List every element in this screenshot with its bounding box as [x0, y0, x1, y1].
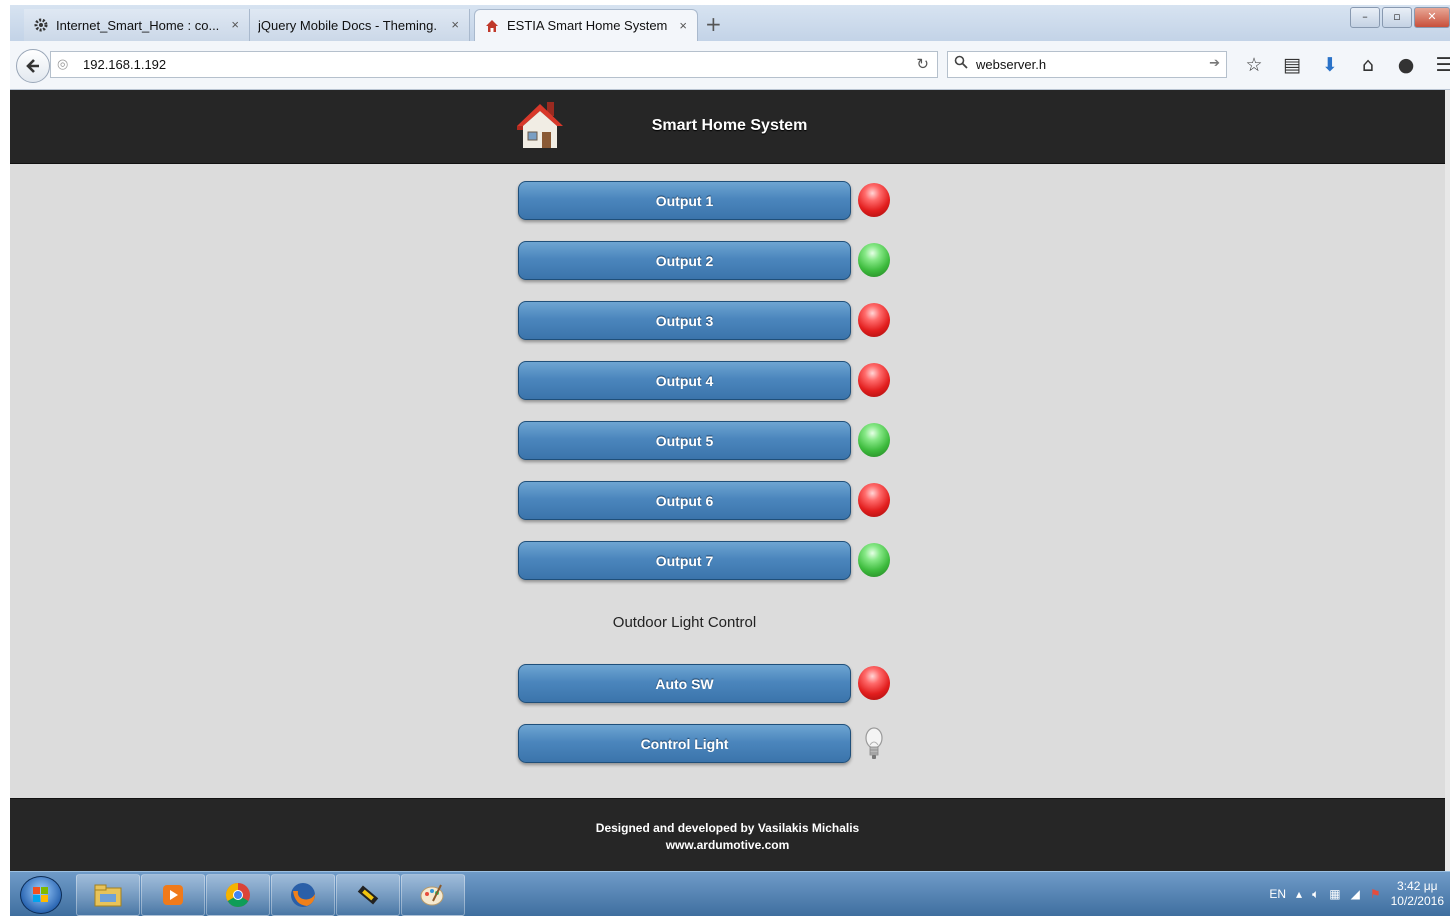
tab-close-icon[interactable]: × — [231, 17, 239, 32]
tab-jquery-mobile-docs[interactable]: jQuery Mobile Docs - Theming... × — [250, 9, 470, 41]
reload-icon[interactable]: ↻ — [916, 55, 929, 73]
output-6-button[interactable]: Output 6 — [518, 481, 851, 520]
output-1-status-led-icon — [858, 183, 890, 217]
search-icon — [954, 55, 968, 73]
back-arrow-icon — [26, 59, 39, 73]
clock-date: 10/2/2016 — [1390, 894, 1444, 908]
control-light-button[interactable]: Control Light — [518, 724, 851, 763]
output-4-status-led-icon — [858, 363, 890, 397]
tab-close-icon[interactable]: × — [679, 18, 687, 33]
close-window-button[interactable]: ✕ — [1414, 7, 1450, 28]
browser-window: Internet_Smart_Home : co... × jQuery Mob… — [10, 5, 1450, 872]
clock[interactable]: 3:42 μμ 10/2/2016 — [1391, 879, 1444, 909]
tray-expand-icon[interactable]: ▴ — [1296, 887, 1302, 901]
tab-estia-smart-home[interactable]: ESTIA Smart Home System × — [474, 9, 698, 41]
tab-internet-smart-home[interactable]: Internet_Smart_Home : co... × — [24, 9, 250, 41]
output-5-status-led-icon — [858, 423, 890, 457]
output-6-status-led-icon — [858, 483, 890, 517]
action-center-flag-icon[interactable]: ⚑ — [1370, 887, 1381, 901]
search-value: webserver.h — [976, 57, 1047, 72]
search-input[interactable]: webserver.h ➔ — [947, 51, 1227, 78]
auto-sw-button[interactable]: Auto SW — [518, 664, 851, 703]
paint-icon[interactable] — [401, 874, 465, 916]
page-title: Smart Home System — [651, 117, 808, 134]
url-text: 192.168.1.192 — [83, 57, 167, 72]
tab-label: ESTIA Smart Home System — [507, 18, 668, 33]
explorer-icon[interactable] — [76, 874, 140, 916]
auto-sw-status-led-icon — [858, 666, 890, 700]
tab-label: Internet_Smart_Home : co... — [56, 17, 220, 33]
signal-icon[interactable]: ◢ — [1351, 887, 1360, 901]
chat-icon[interactable]: ● — [1387, 53, 1425, 77]
globe-icon: ◎ — [57, 57, 69, 72]
tab-label: jQuery Mobile Docs - Theming... — [258, 17, 438, 33]
firefox-icon[interactable] — [271, 874, 335, 916]
home-icon[interactable]: ⌂ — [1349, 53, 1387, 77]
output-5-button[interactable]: Output 5 — [518, 421, 851, 460]
scrollbar[interactable] — [1445, 90, 1450, 871]
taskbar: EN ▴ 🔈︎ ▦ ◢ ⚑ 3:42 μμ 10/2/2016 — [10, 871, 1450, 916]
app-header: Smart Home System — [10, 90, 1445, 164]
bookmark-star-icon[interactable]: ☆ — [1235, 53, 1273, 77]
arduino-tool-icon[interactable] — [336, 874, 400, 916]
maximize-button[interactable]: ▫ — [1382, 7, 1412, 28]
url-bar[interactable]: ◎ 192.168.1.192 ↻ — [50, 51, 938, 78]
output-1-button[interactable]: Output 1 — [518, 181, 851, 220]
toolbar-icons: ☆ ▤ ⬇ ⌂ ● ☰ — [1235, 53, 1450, 77]
output-2-status-led-icon — [858, 243, 890, 277]
menu-icon[interactable]: ☰ — [1425, 53, 1450, 77]
output-4-button[interactable]: Output 4 — [518, 361, 851, 400]
language-indicator[interactable]: EN — [1269, 887, 1286, 901]
output-3-status-led-icon — [858, 303, 890, 337]
output-3-button[interactable]: Output 3 — [518, 301, 851, 340]
windows-logo-icon — [33, 887, 48, 902]
tab-close-icon[interactable]: × — [451, 17, 459, 32]
tab-bar: Internet_Smart_Home : co... × jQuery Mob… — [10, 5, 1450, 41]
start-button[interactable] — [20, 876, 62, 914]
chrome-icon[interactable] — [206, 874, 270, 916]
download-icon[interactable]: ⬇ — [1311, 53, 1349, 77]
back-button[interactable] — [16, 49, 50, 83]
lightbulb-off-icon — [865, 727, 883, 759]
volume-icon[interactable]: 🔈︎ — [1312, 887, 1319, 902]
output-7-button[interactable]: Output 7 — [518, 541, 851, 580]
new-tab-button[interactable]: + — [705, 12, 722, 36]
house-favicon-icon — [483, 17, 501, 35]
footer-credit: Designed and developed by Vasilakis Mich… — [595, 821, 860, 835]
output-7-status-led-icon — [858, 543, 890, 577]
system-tray: EN ▴ 🔈︎ ▦ ◢ ⚑ 3:42 μμ 10/2/2016 — [1269, 872, 1444, 916]
navigation-bar: ◎ 192.168.1.192 ↻ webserver.h ➔ ☆ ▤ ⬇ ⌂ … — [10, 41, 1450, 90]
bookmarks-list-icon[interactable]: ▤ — [1273, 53, 1311, 77]
minimize-button[interactable]: – — [1350, 7, 1380, 28]
window-controls: – ▫ ✕ — [1350, 7, 1450, 28]
network-icon[interactable]: ▦ — [1329, 887, 1340, 901]
app-footer: Designed and developed by Vasilakis Mich… — [10, 798, 1445, 872]
page-content: Smart Home System Output 1 Output 2 Outp… — [10, 90, 1445, 872]
search-go-icon[interactable]: ➔ — [1209, 56, 1220, 71]
gear-icon — [32, 16, 50, 34]
outdoor-light-control-label: Outdoor Light Control — [612, 614, 757, 631]
clock-time: 3:42 μμ — [1397, 879, 1438, 893]
media-player-icon[interactable] — [141, 874, 205, 916]
footer-website-link[interactable]: www.ardumotive.com — [666, 838, 790, 852]
output-2-button[interactable]: Output 2 — [518, 241, 851, 280]
